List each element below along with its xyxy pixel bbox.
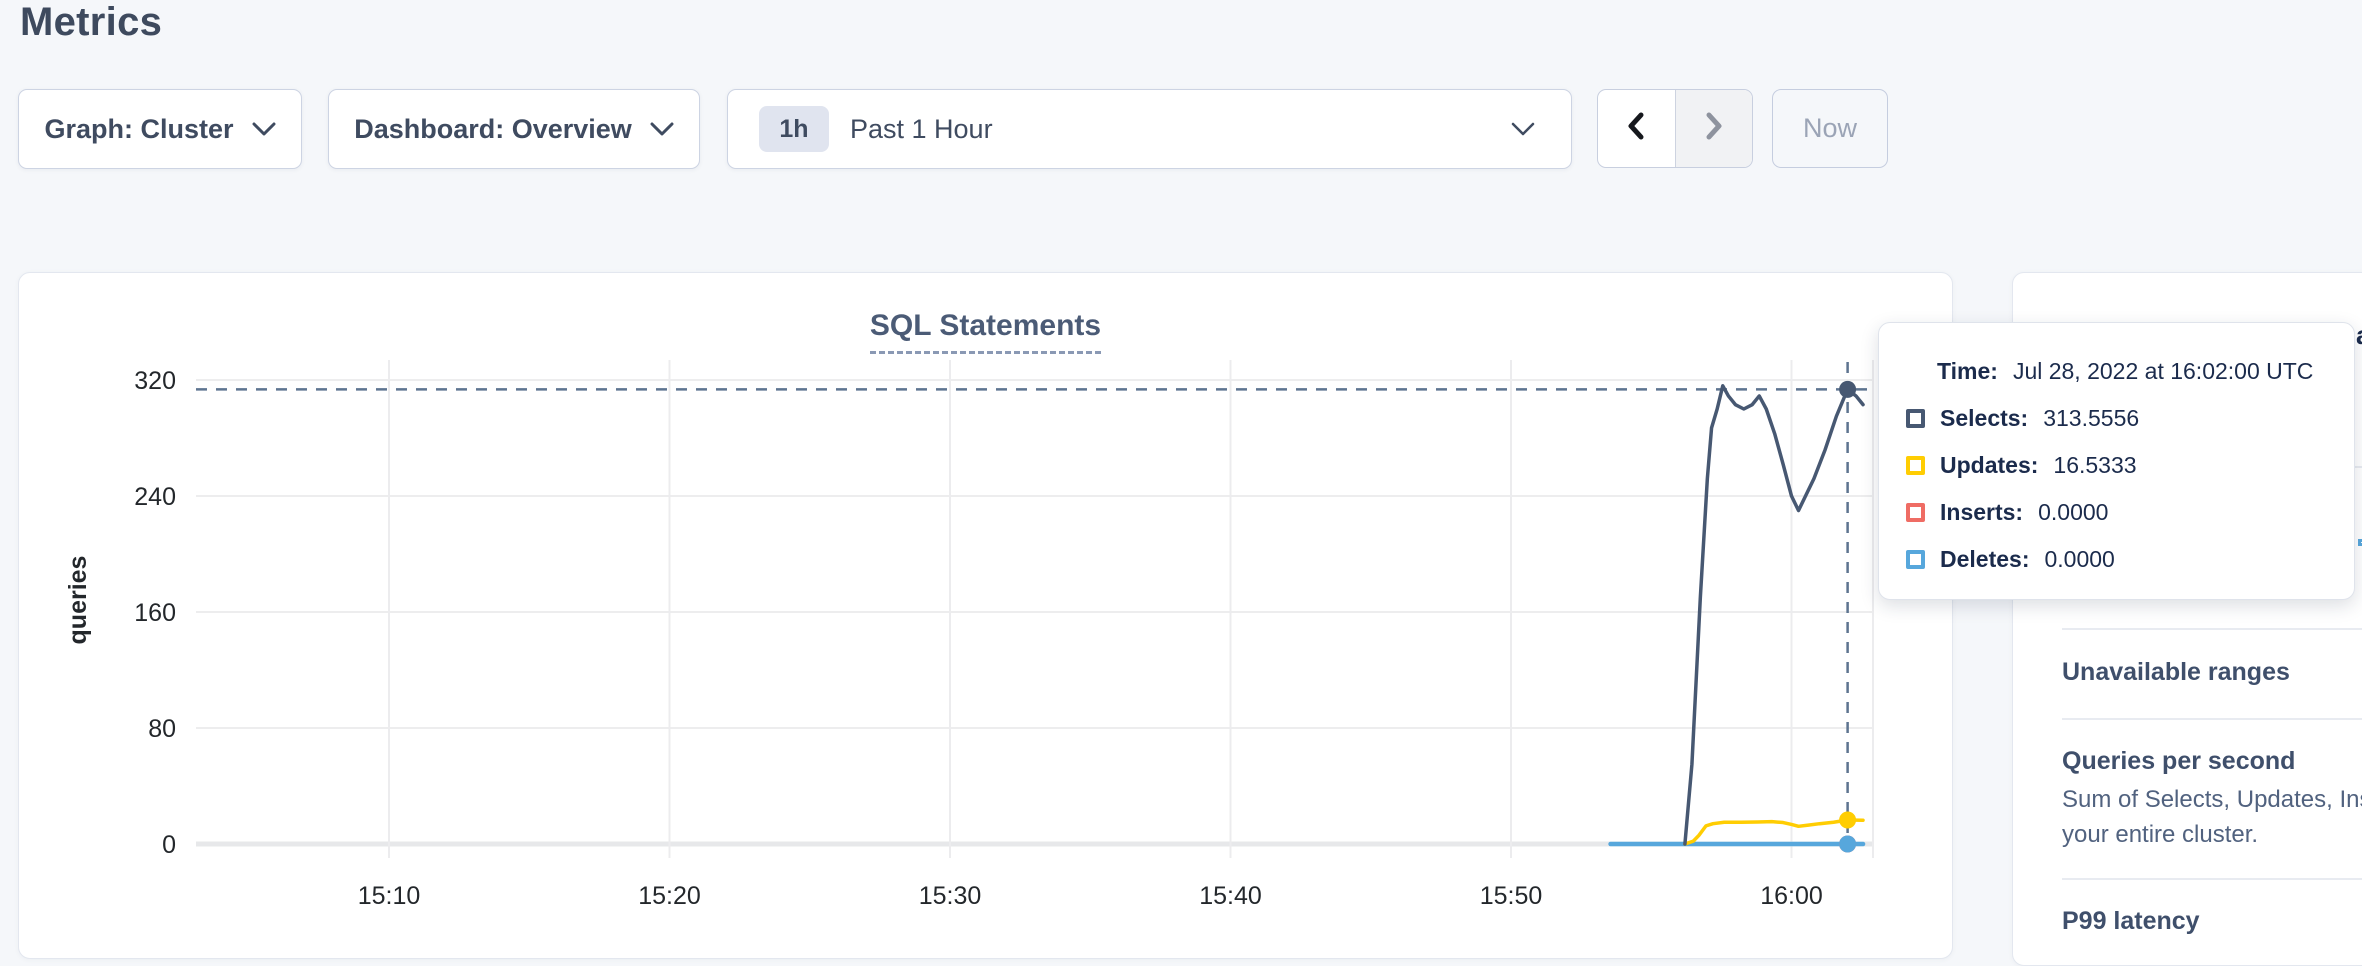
chevron-right-icon [1702,111,1726,146]
deletes-series-swatch-icon [1906,550,1925,569]
chevron-left-icon [1624,111,1648,146]
tooltip-selects-label: Selects: [1940,405,2028,432]
graph-scope-dropdown[interactable]: Graph: Cluster [18,89,302,169]
summary-qps-description-line1: Sum of Selects, Updates, Inser [2062,786,2362,814]
summary-qps-description-line2: your entire cluster. [2062,821,2258,849]
dashboard-dropdown-label: Dashboard: Overview [354,114,632,145]
page-title: Metrics [20,0,162,45]
divider [2062,628,2362,630]
graph-scope-dropdown-label: Graph: Cluster [44,114,233,145]
next-range-button[interactable] [1675,90,1753,167]
tooltip-time-value: Jul 28, 2022 at 16:02:00 UTC [2013,358,2313,385]
chevron-down-icon [252,122,276,137]
time-range-nav [1597,89,1753,168]
tooltip-deletes-label: Deletes: [1940,546,2029,573]
summary-unavailable-ranges-title: Unavailable ranges [2062,658,2290,687]
tooltip-updates-value: 16.5333 [2053,452,2136,479]
chart-title[interactable]: SQL Statements [870,309,1101,354]
sql-statements-card: SQL Statements [18,272,1953,959]
tooltip-inserts-label: Inserts: [1940,499,2023,526]
prev-range-button[interactable] [1598,90,1675,167]
now-button-label: Now [1803,113,1857,144]
divider [2062,878,2362,880]
legend-swatch-fragment [2358,539,2362,546]
dashboard-dropdown[interactable]: Dashboard: Overview [328,89,700,169]
time-range-selector[interactable]: 1h Past 1 Hour [727,89,1572,169]
tooltip-deletes-value: 0.0000 [2044,546,2114,573]
clipped-text-fragment: a [2356,320,2362,351]
tooltip-inserts-value: 0.0000 [2038,499,2108,526]
chevron-down-icon [650,122,674,137]
selects-series-swatch-icon [1906,409,1925,428]
chevron-down-icon [1511,122,1535,137]
time-window-badge: 1h [759,106,829,152]
tooltip-updates-label: Updates: [1940,452,2038,479]
divider [2062,718,2362,720]
time-window-label: Past 1 Hour [850,114,993,145]
updates-series-swatch-icon [1906,456,1925,475]
summary-qps-title: Queries per second [2062,747,2295,776]
metrics-page: { "page": { "title": "Metrics" }, "toolb… [0,0,2362,966]
now-button[interactable]: Now [1772,89,1888,168]
inserts-series-swatch-icon [1906,503,1925,522]
summary-p99-latency-title: P99 latency [2062,907,2200,936]
tooltip-selects-value: 313.5556 [2043,405,2139,432]
chart-hover-tooltip: Time: Jul 28, 2022 at 16:02:00 UTC Selec… [1878,322,2355,600]
tooltip-time-label: Time: [1937,358,1998,385]
